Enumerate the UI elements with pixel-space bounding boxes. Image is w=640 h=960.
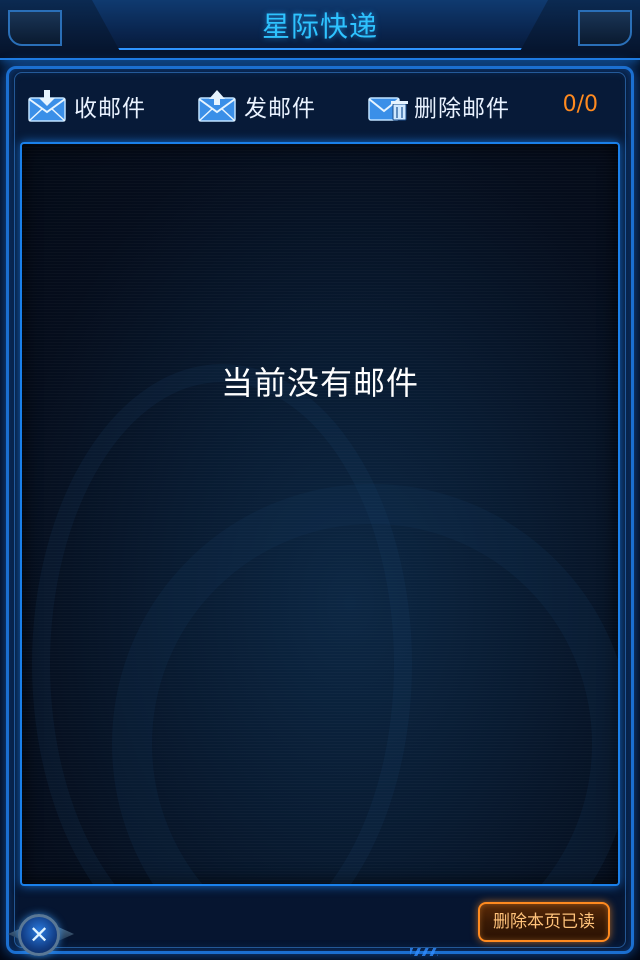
receive-mail-button[interactable]: 收邮件	[28, 84, 146, 128]
mail-counter: 0/0	[562, 92, 598, 117]
send-mail-label: 发邮件	[244, 96, 316, 122]
delete-mail-label: 删除邮件	[414, 96, 510, 122]
mail-list-panel[interactable]: 当前没有邮件	[20, 142, 620, 886]
empty-mail-message: 当前没有邮件	[220, 364, 419, 402]
page-title: 星际快递	[261, 10, 378, 43]
close-button[interactable]: ✕	[8, 912, 74, 958]
mail-screen: 星际快递 收邮件 发邮件 删除邮件 0/0 当前没有邮件 ✕ 删除本页已读	[0, 0, 640, 960]
mail-trash-icon	[368, 90, 408, 122]
mail-upload-icon	[198, 90, 236, 122]
mail-download-icon	[28, 90, 66, 122]
send-mail-button[interactable]: 发邮件	[198, 84, 316, 128]
mail-toolbar: 收邮件 发邮件 删除邮件 0/0	[20, 78, 620, 134]
delete-read-on-page-button[interactable]: 删除本页已读	[478, 902, 610, 942]
receive-mail-label: 收邮件	[74, 96, 146, 122]
title-bar: 星际快递	[0, 0, 640, 60]
delete-mail-button[interactable]: 删除邮件	[368, 84, 510, 128]
close-icon: ✕	[28, 921, 50, 949]
bottom-stripe-decoration	[410, 948, 438, 956]
